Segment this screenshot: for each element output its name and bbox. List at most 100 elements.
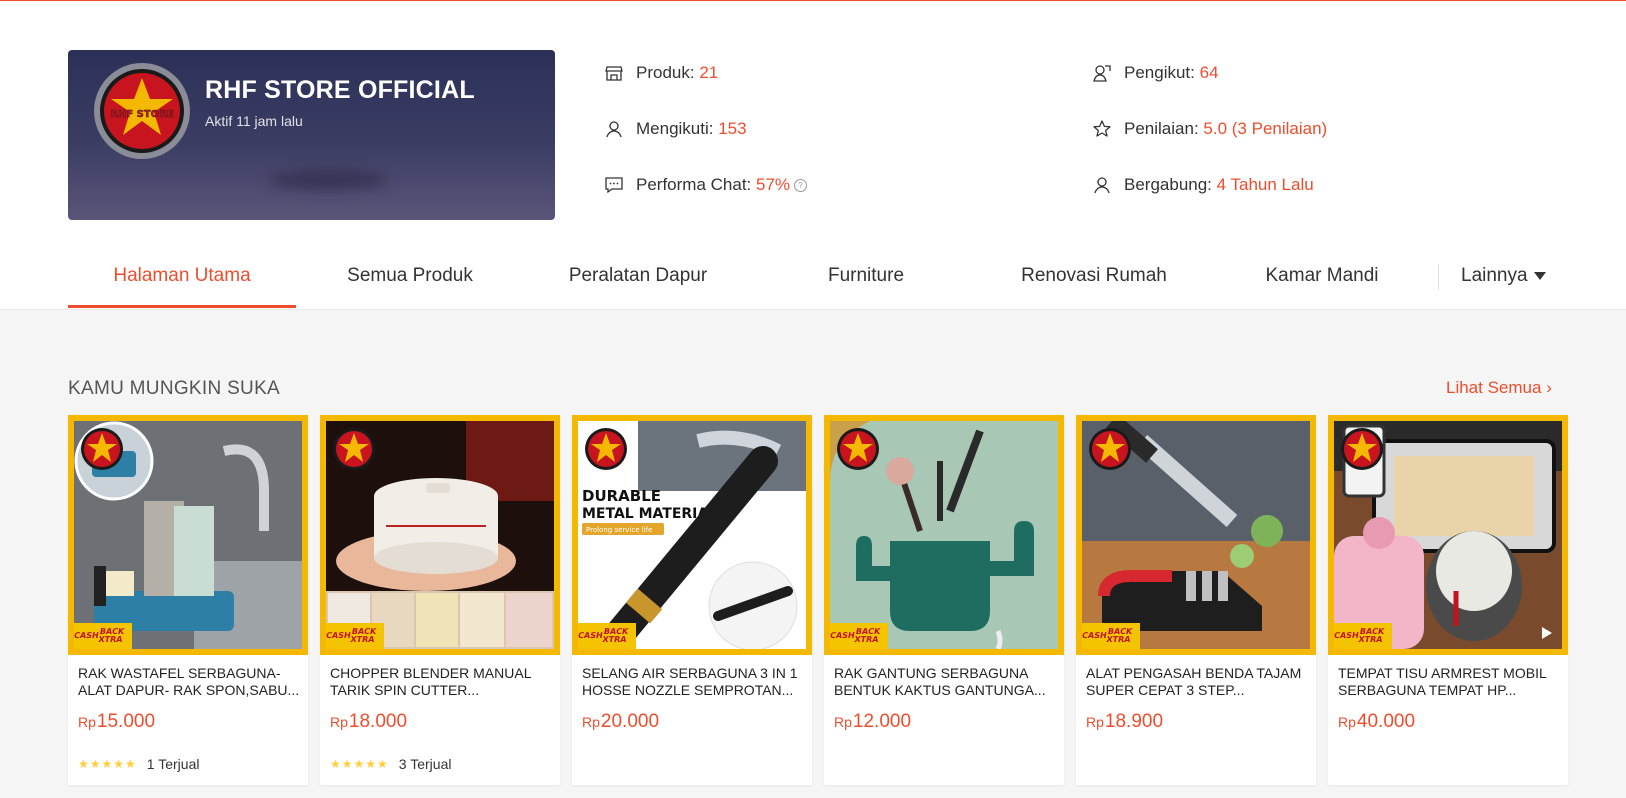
product-price: Rp20.000: [582, 711, 659, 733]
cashback-badge-line2: BACK XTRA: [853, 627, 881, 644]
card-background-shape: [268, 170, 388, 190]
stat-bergabung[interactable]: Bergabung: 4 Tahun Lalu: [1092, 175, 1314, 195]
stat-pengikut[interactable]: Pengikut: 64: [1092, 63, 1219, 83]
product-rating: ★★★★★ 3 Terjual: [330, 756, 451, 772]
product-name[interactable]: SELANG AIR SERBAGUNA 3 IN 1 HOSSE NOZZLE…: [582, 665, 804, 699]
product-price: Rp40.000: [1338, 711, 1415, 733]
stat-chat[interactable]: Performa Chat: 57%?: [604, 175, 808, 195]
cashback-xtra-badge: CASH BACK XTRA: [1082, 623, 1140, 649]
stat-produk-value: 21: [699, 63, 719, 82]
product-name[interactable]: RAK WASTAFEL SERBAGUNA-ALAT DAPUR- RAK S…: [78, 665, 300, 699]
product-price: Rp18.900: [1086, 711, 1163, 733]
stat-bergabung-label: Bergabung:: [1124, 175, 1212, 194]
store-logo-badge: [333, 428, 375, 470]
tab-renovasi-rumah[interactable]: Renovasi Rumah: [980, 250, 1208, 308]
cashback-xtra-badge: CASH BACK XTRA: [830, 623, 888, 649]
shop-card[interactable]: RHF STORE RHF STORE OFFICIAL Aktif 11 ja…: [68, 50, 555, 220]
stat-bergabung-value: 4 Tahun Lalu: [1216, 175, 1314, 194]
cashback-badge-line2: BACK XTRA: [97, 627, 125, 644]
stat-mengikuti-value: 153: [718, 119, 747, 138]
product-price-currency: Rp: [582, 714, 600, 730]
tab-kamar-mandi[interactable]: Kamar Mandi: [1208, 250, 1436, 308]
cashback-badge-line2: BACK XTRA: [349, 627, 377, 644]
product-price-currency: Rp: [834, 714, 852, 730]
product-image-frame: CASH BACK XTRA: [824, 415, 1064, 655]
product-price: Rp12.000: [834, 711, 911, 733]
product-card[interactable]: CASH BACK XTRA ALAT PENGASAH BENDA TAJAM …: [1076, 415, 1316, 785]
product-image[interactable]: CASH BACK XTRA: [1334, 421, 1562, 649]
product-image-frame: CASH BACK XTRA: [320, 415, 560, 655]
tab-lainnya[interactable]: Lainnya: [1461, 250, 1546, 302]
stat-chat-value: 57%: [756, 175, 791, 194]
cashback-badge-line1: CASH: [1334, 631, 1360, 640]
see-all-label: Lihat Semua: [1446, 378, 1542, 397]
shop-nav-tabs: Halaman Utama Semua Produk Peralatan Dap…: [68, 250, 1560, 308]
product-image[interactable]: CASH BACK XTRA: [326, 421, 554, 649]
product-image[interactable]: DURABLE METAL MATERIAL Prolong service l…: [578, 421, 806, 649]
tab-furniture[interactable]: Furniture: [752, 250, 980, 308]
tab-peralatan-dapur[interactable]: Peralatan Dapur: [524, 250, 752, 308]
shop-avatar[interactable]: RHF STORE: [94, 63, 190, 159]
chevron-right-icon: ›: [1546, 378, 1552, 397]
product-price-value: 40.000: [1356, 711, 1416, 732]
product-card[interactable]: CASH BACK XTRA RAK WASTAFEL SERBAGUNA-ALA…: [68, 415, 308, 785]
product-image[interactable]: CASH BACK XTRA: [1082, 421, 1310, 649]
user-icon: [606, 121, 622, 138]
stat-penilaian[interactable]: Penilaian: 5.0 (3 Penilaian): [1092, 119, 1327, 139]
caret-down-icon: [1533, 271, 1546, 280]
product-image-caption: DURABLE: [582, 487, 661, 505]
help-icon[interactable]: ?: [794, 178, 808, 192]
tab-lainnya-label: Lainnya: [1461, 265, 1528, 286]
video-play-icon[interactable]: [1542, 627, 1552, 639]
stat-mengikuti[interactable]: Mengikuti: 153: [604, 119, 747, 139]
cashback-badge-line2: BACK XTRA: [1105, 627, 1133, 644]
stat-pengikut-value: 64: [1199, 63, 1219, 82]
product-name[interactable]: ALAT PENGASAH BENDA TAJAM SUPER CEPAT 3 …: [1086, 665, 1308, 699]
product-card[interactable]: CASH BACK XTRA RAK GANTUNG SERBAGUNA BENT…: [824, 415, 1064, 785]
product-image[interactable]: CASH BACK XTRA: [74, 421, 302, 649]
product-card[interactable]: CASH BACK XTRA TEMPAT TISU ARMREST MOBIL …: [1328, 415, 1568, 785]
user-join-icon: [1094, 177, 1110, 194]
store-icon: [605, 66, 623, 81]
cashback-xtra-badge: CASH BACK XTRA: [74, 623, 132, 649]
product-price: Rp18.000: [330, 711, 407, 733]
cashback-xtra-badge: CASH BACK XTRA: [326, 623, 384, 649]
stat-produk[interactable]: Produk: 21: [604, 63, 718, 83]
stat-chat-label: Performa Chat:: [636, 175, 752, 194]
stat-penilaian-value: 5.0 (3 Penilaian): [1203, 119, 1328, 138]
product-image-frame: DURABLE METAL MATERIAL Prolong service l…: [572, 415, 812, 655]
avatar-logo-text: RHF STORE: [110, 109, 174, 120]
product-price-currency: Rp: [78, 714, 96, 730]
cashback-badge-line1: CASH: [1082, 631, 1108, 640]
product-name[interactable]: RAK GANTUNG SERBAGUNA BENTUK KAKTUS GANT…: [834, 665, 1056, 699]
product-name[interactable]: CHOPPER BLENDER MANUAL TARIK SPIN CUTTER…: [330, 665, 552, 699]
product-card[interactable]: DURABLE METAL MATERIAL Prolong service l…: [572, 415, 812, 785]
product-image[interactable]: CASH BACK XTRA: [830, 421, 1058, 649]
product-card[interactable]: CASH BACK XTRA CHOPPER BLENDER MANUAL TAR…: [320, 415, 560, 785]
see-all-link[interactable]: Lihat Semua ›: [1446, 378, 1552, 398]
store-logo-badge: [837, 428, 879, 470]
cashback-badge-line1: CASH: [578, 631, 604, 640]
shop-active-status: Aktif 11 jam lalu: [205, 113, 303, 129]
product-image-caption: Prolong service life: [586, 526, 652, 534]
cashback-badge-line1: CASH: [74, 631, 100, 640]
tab-semua-produk[interactable]: Semua Produk: [296, 250, 524, 308]
product-price-value: 18.900: [1104, 711, 1164, 732]
tab-halaman-utama[interactable]: Halaman Utama: [68, 250, 296, 308]
cashback-badge-line2: BACK XTRA: [1357, 627, 1385, 644]
cashback-xtra-badge: CASH BACK XTRA: [1334, 623, 1392, 649]
stat-mengikuti-label: Mengikuti:: [636, 119, 714, 138]
product-price-currency: Rp: [1086, 714, 1104, 730]
store-logo-badge: [1341, 428, 1383, 470]
product-sold: 3 Terjual: [398, 756, 452, 772]
product-name[interactable]: TEMPAT TISU ARMREST MOBIL SERBAGUNA TEMP…: [1338, 665, 1560, 699]
star-icon: [1093, 120, 1111, 137]
cashback-xtra-badge: CASH BACK XTRA: [578, 623, 636, 649]
product-price-value: 12.000: [852, 711, 912, 732]
cashback-badge-line2: BACK XTRA: [601, 627, 629, 644]
product-price-value: 18.000: [348, 711, 408, 732]
product-price-currency: Rp: [330, 714, 348, 730]
product-price-value: 20.000: [600, 711, 660, 732]
rating-stars-icon: ★★★★★: [330, 757, 389, 771]
rhf-store-logo: RHF STORE: [100, 69, 184, 153]
